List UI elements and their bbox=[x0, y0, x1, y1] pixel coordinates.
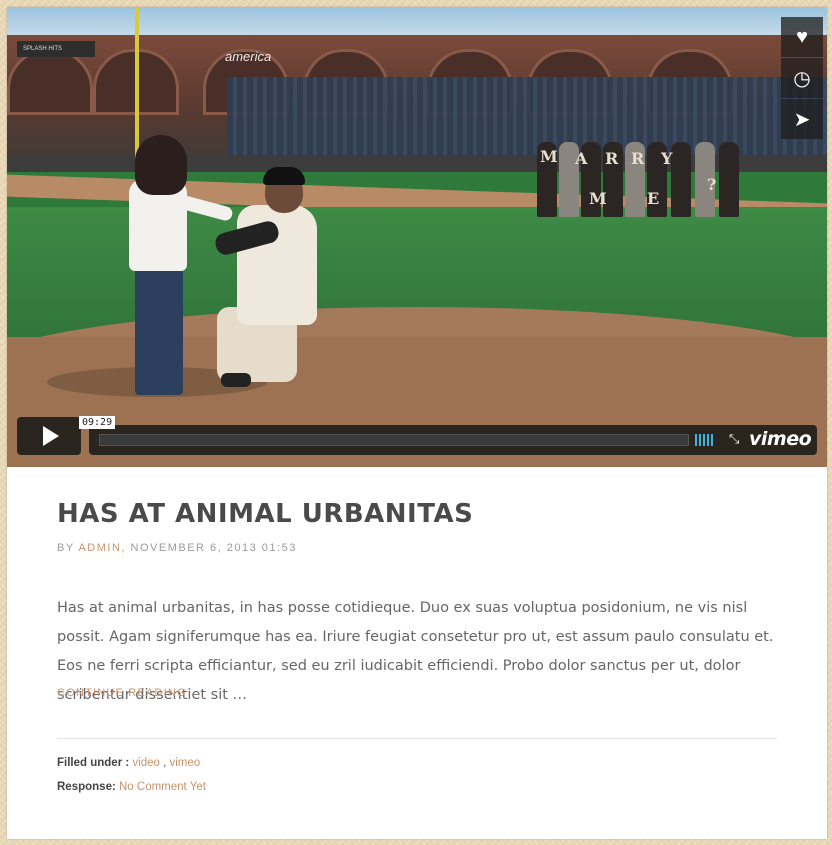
video-frame: SPLASH HITS america M A R R Y M E ? bbox=[7, 7, 827, 467]
post-title[interactable]: HAS AT ANIMAL URBANITAS bbox=[57, 499, 473, 529]
divider bbox=[57, 738, 777, 739]
scene-letter: M bbox=[540, 147, 558, 166]
clock-icon: ◷ bbox=[793, 67, 811, 90]
player-controls: ⤡ vimeo bbox=[89, 425, 817, 455]
scene-sign: america bbox=[225, 49, 272, 64]
volume-bar bbox=[703, 434, 705, 446]
watch-later-button[interactable]: ◷ bbox=[781, 58, 823, 98]
scene-letter: A bbox=[575, 149, 588, 168]
continue-reading-link[interactable]: CONTINUE READING → bbox=[57, 687, 203, 699]
filed-label: Filled under : bbox=[57, 757, 130, 769]
filed-under: Filled under : video , vimeo bbox=[57, 757, 200, 769]
paper-plane-icon: ➤ bbox=[793, 108, 811, 131]
author-link[interactable]: ADMIN bbox=[78, 542, 121, 554]
time-badge: 09:29 bbox=[79, 416, 116, 429]
heart-icon: ♥ bbox=[796, 25, 808, 48]
tag-separator: , bbox=[159, 757, 170, 769]
meta-by: BY bbox=[57, 542, 75, 554]
vimeo-logo[interactable]: vimeo bbox=[749, 428, 812, 450]
progress-bar[interactable] bbox=[99, 434, 689, 446]
volume-bar bbox=[699, 434, 701, 446]
tag-link-video[interactable]: video bbox=[132, 757, 160, 769]
response-line: Response: No Comment Yet bbox=[57, 781, 206, 793]
post-date: NOVEMBER 6, 2013 01:53 bbox=[130, 542, 297, 554]
volume-bar bbox=[711, 434, 713, 446]
scene-letter: E bbox=[647, 189, 660, 208]
volume-bar bbox=[707, 434, 709, 446]
video-player[interactable]: SPLASH HITS america M A R R Y M E ? ♥ ◷ … bbox=[7, 7, 827, 467]
scene-sign-left: SPLASH HITS bbox=[17, 41, 95, 57]
play-button[interactable] bbox=[17, 417, 81, 455]
like-button[interactable]: ♥ bbox=[781, 17, 823, 57]
side-actions: ♥ ◷ ➤ bbox=[781, 17, 823, 140]
fullscreen-icon[interactable]: ⤡ bbox=[729, 432, 743, 446]
response-link[interactable]: No Comment Yet bbox=[119, 781, 206, 793]
post-card: SPLASH HITS america M A R R Y M E ? ♥ ◷ … bbox=[7, 7, 827, 839]
scene-letter: M bbox=[589, 189, 607, 208]
scene-letter: Y bbox=[661, 149, 673, 168]
tag-link-vimeo[interactable]: vimeo bbox=[170, 757, 201, 769]
scene-letter: R bbox=[605, 149, 619, 168]
post-meta: BY ADMIN, NOVEMBER 6, 2013 01:53 bbox=[57, 542, 297, 554]
meta-separator: , bbox=[121, 542, 126, 554]
scene-letter: R bbox=[631, 149, 645, 168]
play-icon bbox=[43, 426, 59, 446]
share-button[interactable]: ➤ bbox=[781, 99, 823, 139]
volume-bar bbox=[695, 434, 697, 446]
response-label: Response: bbox=[57, 781, 116, 793]
volume-control[interactable] bbox=[695, 434, 713, 446]
scene-letter: ? bbox=[707, 175, 717, 194]
